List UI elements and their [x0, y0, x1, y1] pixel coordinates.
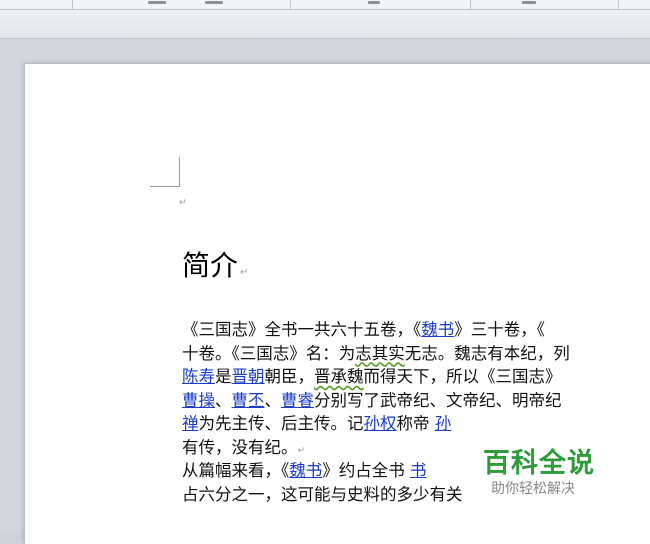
heading-text: 简介 — [182, 249, 239, 282]
grammar-flagged-text: 晋承魏 — [314, 367, 364, 386]
text-line: 《三国志》全书一共六十五卷，《魏书》三十卷，《 — [182, 318, 650, 342]
text-run: 、 — [215, 390, 232, 410]
ribbon-separator — [290, 0, 291, 9]
hyperlink[interactable]: 书 — [410, 461, 427, 480]
watermark-title: 百科全说 — [483, 448, 595, 479]
text-run: 十卷。《三国志》名：为 — [182, 343, 356, 363]
text-run: 而得天下，所以《三国志》 — [363, 367, 562, 386]
hyperlink[interactable]: 孙 — [435, 414, 452, 433]
margin-corner-marker — [150, 157, 180, 187]
text-line: 陈寿是晋朝朝臣，晋承魏而得天下，所以《三国志》 — [182, 365, 650, 389]
ribbon-separator — [72, 0, 73, 9]
watermark-logo: 百科全说 助你轻松解决 — [463, 433, 628, 509]
ribbon-control[interactable] — [205, 1, 223, 4]
hyperlink[interactable]: 魏书 — [421, 320, 454, 339]
hyperlink[interactable]: 曹丕 — [232, 391, 265, 410]
text-run: 》约占全书 — [322, 461, 405, 480]
text-run: 为先主传、后主传。记 — [198, 414, 364, 433]
ribbon-separator — [470, 0, 471, 9]
grammar-flagged-text: 志其实 — [355, 343, 405, 363]
paragraph-mark: ↵ — [179, 198, 187, 208]
text-run: 从篇幅来看，《 — [182, 461, 290, 480]
text-run: 称帝 — [396, 414, 430, 433]
text-run: 《三国志》全书一共六十五卷，《 — [182, 320, 422, 339]
ribbon-strip — [0, 0, 650, 10]
hyperlink[interactable]: 晋朝 — [232, 367, 265, 386]
hyperlink[interactable]: 曹操 — [182, 391, 215, 410]
watermark-subtitle: 助你轻松解决 — [491, 481, 575, 497]
ribbon-control[interactable] — [522, 1, 536, 4]
ribbon-control[interactable] — [148, 1, 166, 4]
text-run: 朝臣， — [264, 367, 315, 386]
paragraph-mark: ↵ — [297, 445, 306, 456]
hyperlink[interactable]: 禅 — [182, 414, 199, 433]
ruler-band — [0, 10, 650, 39]
text-run: 、 — [264, 390, 282, 410]
hyperlink[interactable]: 孙权 — [364, 414, 397, 433]
text-run: 分别写了武帝纪、文帝纪、明帝纪 — [314, 390, 562, 410]
section-heading[interactable]: 简介 ↵ — [182, 248, 248, 291]
hyperlink[interactable]: 魏书 — [289, 461, 322, 480]
text-run: 是 — [215, 367, 232, 386]
hyperlink[interactable]: 陈寿 — [182, 367, 215, 386]
paragraph-mark: ↵ — [240, 267, 249, 278]
ribbon-separator — [618, 0, 619, 9]
text-run: 有传，没有纪。 — [182, 437, 298, 457]
text-line: 禅为先主传、后主传。记孙权称帝 孙 — [182, 412, 650, 436]
ribbon-control[interactable] — [368, 1, 380, 4]
hyperlink[interactable]: 曹睿 — [281, 391, 314, 410]
text-line: 十卷。《三国志》名：为志其实无志。魏志有本纪，列 — [182, 342, 650, 366]
text-run: 无志。魏志有本纪，列 — [404, 343, 570, 363]
text-run: 》三十卷，《 — [454, 320, 545, 339]
text-line: 曹操、曹丕、曹睿分别写了武帝纪、文帝纪、明帝纪 — [182, 389, 650, 413]
